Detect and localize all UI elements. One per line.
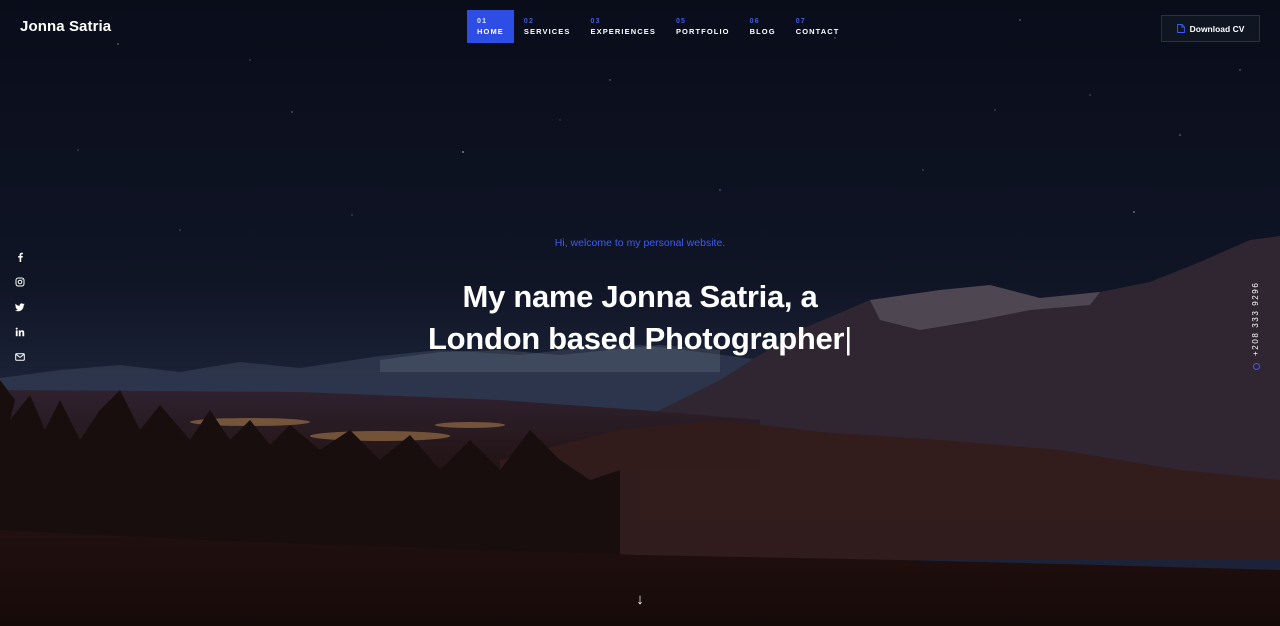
nav-item-number: 07 [795, 17, 806, 25]
facebook-icon[interactable] [14, 251, 25, 262]
main-nav: 01 HOME 02 SERVICES 03 EXPERIENCES 05 PO… [467, 10, 850, 43]
arrow-down-icon[interactable]: ↓ [633, 591, 647, 609]
hero-headline: My name Jonna Satria, a London based Pho… [0, 276, 1280, 360]
typing-cursor: | [844, 321, 852, 356]
download-cv-label: Download CV [1189, 23, 1245, 34]
headline-line-2: London based Photographer| [0, 318, 1280, 360]
nav-item-number: 02 [523, 17, 535, 25]
headline-line-2-text: London based Photographer [428, 321, 845, 356]
nav-item-number: 01 [477, 17, 488, 25]
download-cv-button[interactable]: Download CV [1161, 15, 1260, 42]
nav-item-contact[interactable]: 07 CONTACT [786, 10, 850, 43]
nav-item-portfolio[interactable]: 05 PORTFOLIO [666, 10, 740, 43]
nav-item-number: 05 [675, 17, 687, 25]
headline-line-1: My name Jonna Satria, a [462, 279, 818, 314]
nav-item-blog[interactable]: 06 BLOG [740, 10, 786, 43]
nav-item-label: EXPERIENCES [590, 26, 656, 36]
nav-item-label: BLOG [749, 26, 776, 36]
nav-item-label: PORTFOLIO [675, 26, 730, 36]
nav-item-label: CONTACT [795, 26, 840, 36]
nav-item-home[interactable]: 01 HOME [467, 10, 514, 43]
nav-item-number: 06 [749, 17, 760, 25]
nav-item-services[interactable]: 02 SERVICES [514, 10, 581, 43]
nav-item-number: 03 [590, 17, 601, 25]
welcome-text: Hi, welcome to my personal website. [554, 237, 726, 249]
nav-item-label: HOME [477, 26, 504, 36]
circle-icon [1253, 363, 1260, 370]
document-icon [1176, 24, 1185, 33]
nav-item-experiences[interactable]: 03 EXPERIENCES [581, 10, 666, 43]
nav-item-label: SERVICES [523, 26, 571, 36]
site-logo[interactable]: Jonna Satria [20, 18, 111, 35]
